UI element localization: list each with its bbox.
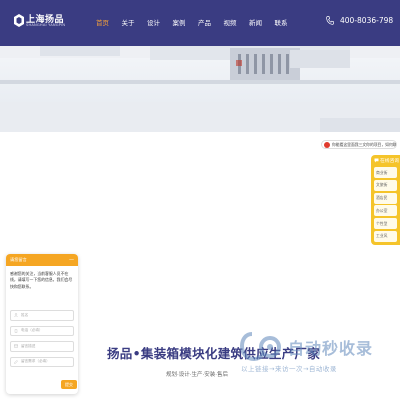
chat-form: 姓名 电话（必填） 留言描述 留言需求（必填） — [6, 310, 78, 372]
page-subheadline: 规划·设计·生产·安装·售后 — [166, 372, 228, 378]
site-header: 上海扬品 SHANGHAI YANGPIN 首页 关于 设计 案例 产品 视频 … — [0, 0, 400, 46]
field-placeholder: 留言需求（必填） — [21, 359, 50, 364]
header-phone[interactable]: 400-8036-798 — [326, 16, 393, 25]
field-placeholder: 姓名 — [21, 312, 29, 317]
requirement-field[interactable]: 留言需求（必填） — [10, 356, 74, 367]
field-placeholder: 留言描述 — [21, 343, 36, 348]
side-panel-header[interactable]: 在线咨询 — [371, 155, 400, 166]
phone-field[interactable]: 电话（必填） — [10, 325, 74, 336]
submit-button[interactable]: 提交 — [61, 380, 77, 389]
side-item[interactable]: 个性型 — [374, 218, 397, 230]
minimize-icon[interactable]: — — [69, 257, 74, 263]
nav-item-home[interactable]: 首页 — [96, 17, 109, 27]
logo-subtitle: SHANGHAI YANGPIN — [26, 23, 66, 27]
side-item[interactable]: 商业街 — [374, 167, 397, 178]
chat-message: 感谢您的关注，当前客服人员不在线，请填写一下您的信息，我们会尽快和您联系。 — [10, 271, 73, 289]
nav-item-products[interactable]: 产品 — [198, 17, 211, 27]
nav-item-cases[interactable]: 案例 — [173, 17, 186, 27]
chat-icon — [374, 158, 379, 163]
name-field[interactable]: 姓名 — [10, 310, 74, 321]
side-item[interactable]: 文旅街 — [374, 179, 397, 191]
main-nav: 首页 关于 设计 案例 产品 视频 新闻 联系 — [96, 17, 300, 27]
notification-icon — [324, 141, 330, 148]
user-icon — [14, 313, 18, 318]
description-field[interactable]: 留言描述 — [10, 341, 74, 352]
chat-header[interactable]: 请您留言 — — [6, 254, 78, 266]
edit-icon — [14, 359, 18, 364]
side-item[interactable]: 办公室 — [374, 205, 397, 217]
page-headline: 扬品•集装箱模块化建筑供应生产厂家 — [107, 346, 321, 361]
chat-widget: 请您留言 — 感谢您的关注，当前客服人员不在线，请填写一下您的信息，我们会尽快和… — [6, 254, 78, 394]
email-icon — [14, 344, 18, 348]
logo-icon — [14, 14, 24, 27]
side-item[interactable]: 工业风 — [374, 230, 397, 242]
side-panel-title: 在线咨询 — [380, 159, 400, 164]
nav-item-news[interactable]: 新闻 — [249, 17, 262, 27]
tooltip-text: 你能看这里面我三文你的项目，如何联系？ — [332, 141, 396, 147]
chat-title: 请您留言 — [10, 257, 27, 262]
consult-tooltip[interactable]: 你能看这里面我三文你的项目，如何联系？ — [321, 140, 397, 149]
site-logo[interactable]: 上海扬品 SHANGHAI YANGPIN — [14, 12, 72, 32]
field-placeholder: 电话（必填） — [21, 328, 43, 333]
side-panel-list: 商业街 文旅街 酒店民 办公室 个性型 工业风 — [371, 166, 400, 242]
phone-number: 400-8036-798 — [340, 16, 394, 25]
side-item[interactable]: 酒店民 — [374, 192, 397, 204]
phone-icon — [14, 328, 18, 333]
hero-banner — [0, 46, 400, 132]
phone-icon — [326, 16, 334, 25]
side-consult-panel: 在线咨询 商业街 文旅街 酒店民 办公室 个性型 工业风 — [371, 155, 400, 245]
nav-item-video[interactable]: 视频 — [224, 17, 237, 27]
nav-item-about[interactable]: 关于 — [122, 17, 135, 27]
watermark-subtext: 以上链接→来访一次→自动收录 — [241, 365, 337, 373]
nav-item-contact[interactable]: 联系 — [275, 17, 288, 27]
hero-image — [0, 46, 400, 132]
nav-item-design[interactable]: 设计 — [147, 17, 160, 27]
